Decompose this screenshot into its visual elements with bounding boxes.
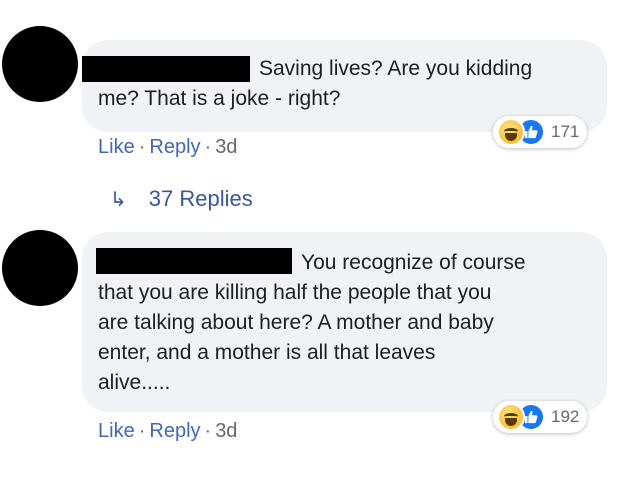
like-link[interactable]: Like	[98, 136, 135, 158]
separator: ·	[204, 420, 212, 442]
comment-bubble: You recognize of course that you are kil…	[82, 232, 607, 412]
comment-text-line: alive.....	[98, 371, 171, 394]
reaction-summary[interactable]: 192	[493, 401, 588, 433]
commenter-avatar[interactable]	[2, 26, 78, 102]
separator: ·	[138, 136, 146, 158]
haha-icon	[497, 403, 525, 431]
like-link[interactable]: Like	[98, 420, 135, 442]
timestamp[interactable]: 3d	[215, 420, 237, 442]
reply-link[interactable]: Reply	[149, 136, 200, 158]
comment-text-line: that you are killing half the people tha…	[98, 281, 492, 304]
reaction-count: 171	[551, 122, 580, 141]
comment-actions: Like · Reply · 3d	[98, 136, 237, 159]
haha-icon	[497, 118, 525, 146]
reaction-count: 192	[551, 407, 580, 426]
separator: ·	[204, 136, 212, 158]
reply-link[interactable]: Reply	[149, 420, 200, 442]
view-replies-link[interactable]: ↳ 37 Replies	[110, 186, 253, 212]
comment-text-line: are talking about here? A mother and bab…	[98, 311, 494, 334]
redacted-name	[96, 248, 292, 274]
comment-text-line: You recognize of course	[301, 251, 526, 274]
comment-actions: Like · Reply · 3d	[98, 420, 237, 443]
reaction-summary[interactable]: 171	[493, 116, 588, 148]
commenter-avatar[interactable]	[2, 230, 78, 306]
comment-text-line: me? That is a joke - right?	[98, 87, 341, 110]
comment-text-line: enter, and a mother is all that leaves	[98, 341, 436, 364]
redacted-name	[82, 56, 250, 82]
separator: ·	[138, 420, 146, 442]
replies-count-label: 37 Replies	[148, 186, 253, 211]
timestamp[interactable]: 3d	[215, 136, 237, 158]
reply-arrow-icon: ↳	[110, 188, 127, 211]
comment-text-line: Saving lives? Are you kidding	[259, 57, 533, 80]
